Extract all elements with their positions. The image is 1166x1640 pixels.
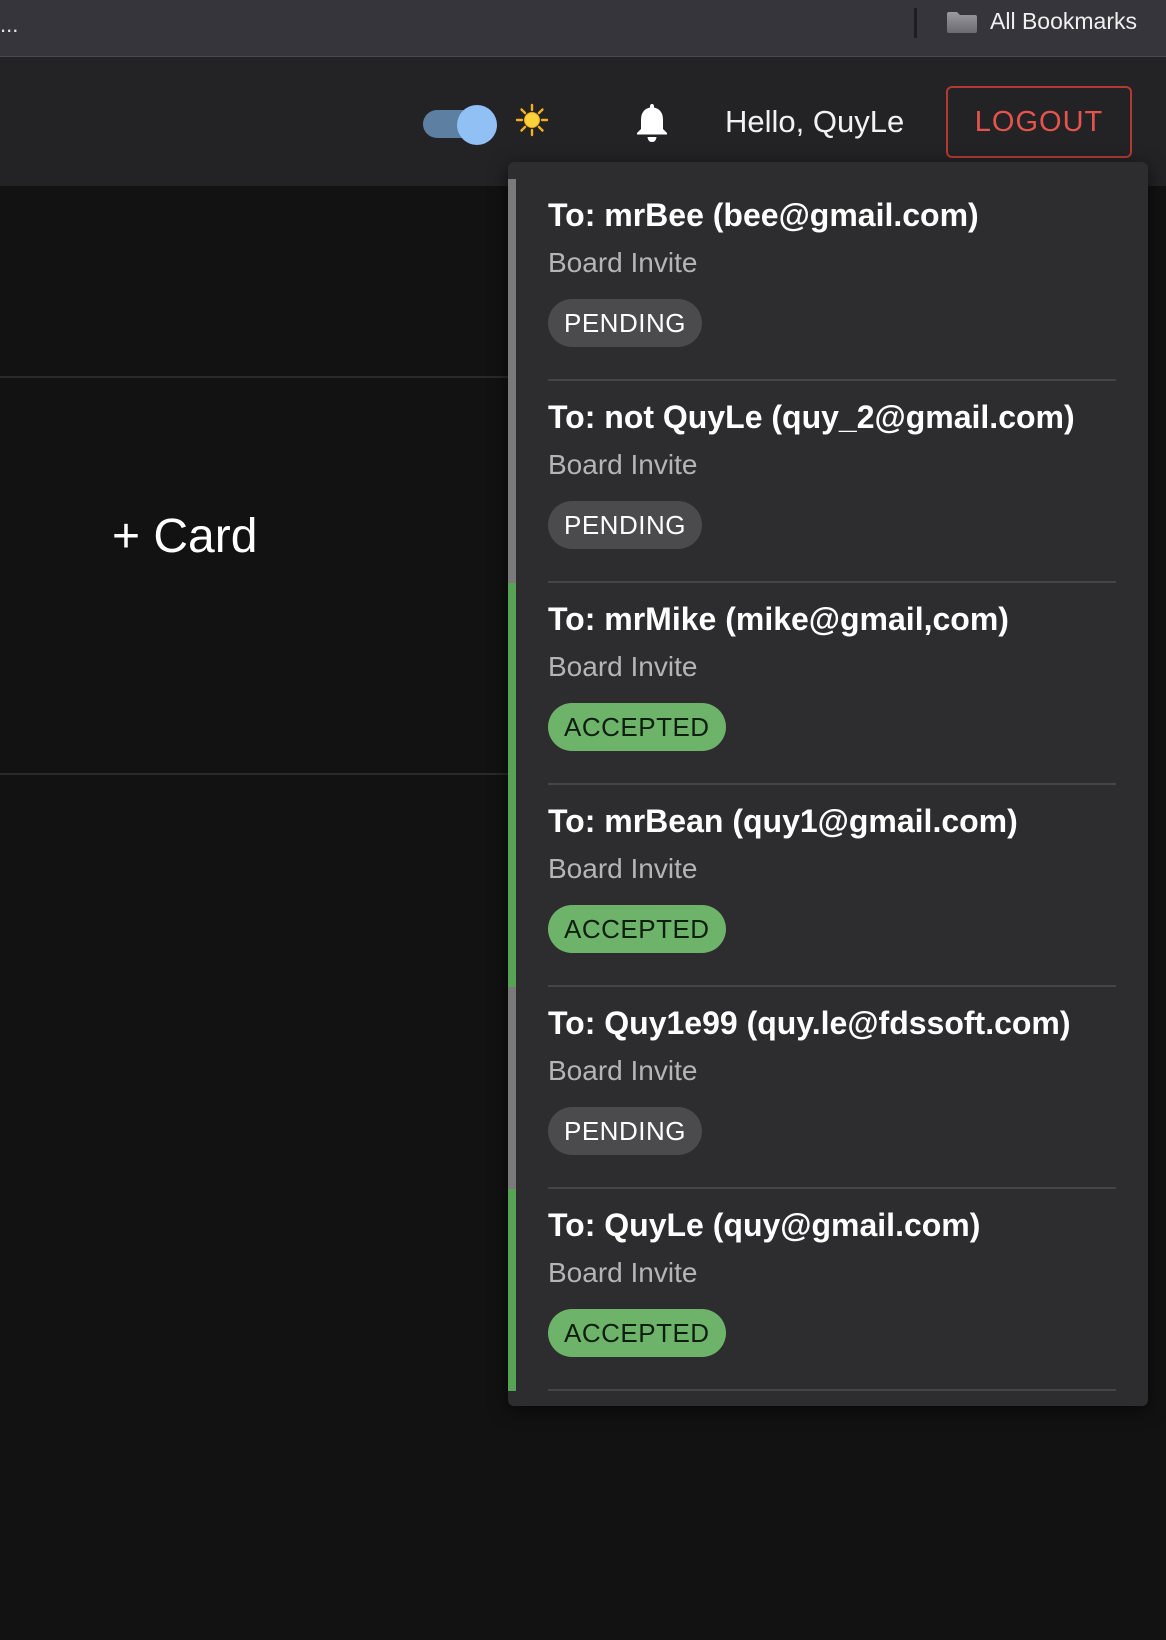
notification-type: Board Invite bbox=[548, 247, 698, 278]
status-badge: PENDING bbox=[548, 299, 702, 347]
folder-icon[interactable] bbox=[946, 10, 978, 34]
theme-toggle[interactable] bbox=[423, 105, 499, 145]
notification-type: Board Invite bbox=[548, 1257, 698, 1288]
notification-item[interactable]: To: mrMike (mike@gmail,com) Board Invite A… bbox=[508, 583, 1148, 785]
notification-recipient: To: mrBean (quy1@gmail.com) bbox=[548, 803, 1018, 839]
status-badge: ACCEPTED bbox=[548, 703, 726, 751]
bookmarks-overflow[interactable]: ... bbox=[0, 12, 18, 38]
logout-button[interactable]: LOGOUT bbox=[946, 86, 1132, 158]
notification-item[interactable]: To: Quy1e99 (quy.le@fdssoft.com) Board In… bbox=[508, 987, 1148, 1189]
notification-item[interactable]: To: mrBean (quy1@gmail.com) Board Invite A… bbox=[508, 785, 1148, 987]
notification-type: Board Invite bbox=[548, 449, 698, 480]
notification-type: Board Invite bbox=[548, 1055, 698, 1086]
notification-item[interactable]: To: mrBee (bee@gmail.com) Board Invite PEN… bbox=[508, 179, 1148, 381]
toggle-knob bbox=[457, 105, 497, 145]
all-bookmarks-link[interactable]: All Bookmarks bbox=[990, 8, 1137, 35]
notification-dropdown: To: mrBee (bee@gmail.com) Board Invite PEN… bbox=[508, 162, 1148, 1406]
status-badge: PENDING bbox=[548, 1107, 702, 1155]
notification-recipient: To: not QuyLe (quy_2@gmail.com) bbox=[548, 399, 1075, 435]
notification-type: Board Invite bbox=[548, 651, 698, 682]
notification-recipient: To: QuyLe (quy@gmail.com) bbox=[548, 1207, 981, 1243]
bell-icon[interactable] bbox=[632, 101, 672, 143]
notification-item[interactable]: To: QuyLe (quy@gmail.com) Board Invite ACC… bbox=[508, 1189, 1148, 1391]
notification-recipient: To: mrBee (bee@gmail.com) bbox=[548, 197, 979, 233]
notification-recipient: To: Quy1e99 (quy.le@fdssoft.com) bbox=[548, 1005, 1071, 1041]
notification-recipient: To: mrMike (mike@gmail,com) bbox=[548, 601, 1009, 637]
sun-icon bbox=[515, 103, 549, 137]
notification-item[interactable]: To: not QuyLe (quy_2@gmail.com) Board Inv… bbox=[508, 381, 1148, 583]
bookmarks-divider bbox=[914, 8, 917, 38]
notification-separator bbox=[548, 1389, 1116, 1391]
status-badge: PENDING bbox=[548, 501, 702, 549]
board-divider bbox=[0, 376, 510, 378]
status-badge: ACCEPTED bbox=[548, 905, 726, 953]
board-column: + Card bbox=[0, 187, 510, 1640]
user-greeting: Hello, QuyLe bbox=[725, 104, 905, 139]
bookmarks-bar: ... All Bookmarks bbox=[0, 0, 1166, 57]
notification-type: Board Invite bbox=[548, 853, 698, 884]
add-card-button[interactable]: + Card bbox=[112, 509, 257, 564]
board-divider bbox=[0, 773, 510, 775]
status-badge: ACCEPTED bbox=[548, 1309, 726, 1357]
